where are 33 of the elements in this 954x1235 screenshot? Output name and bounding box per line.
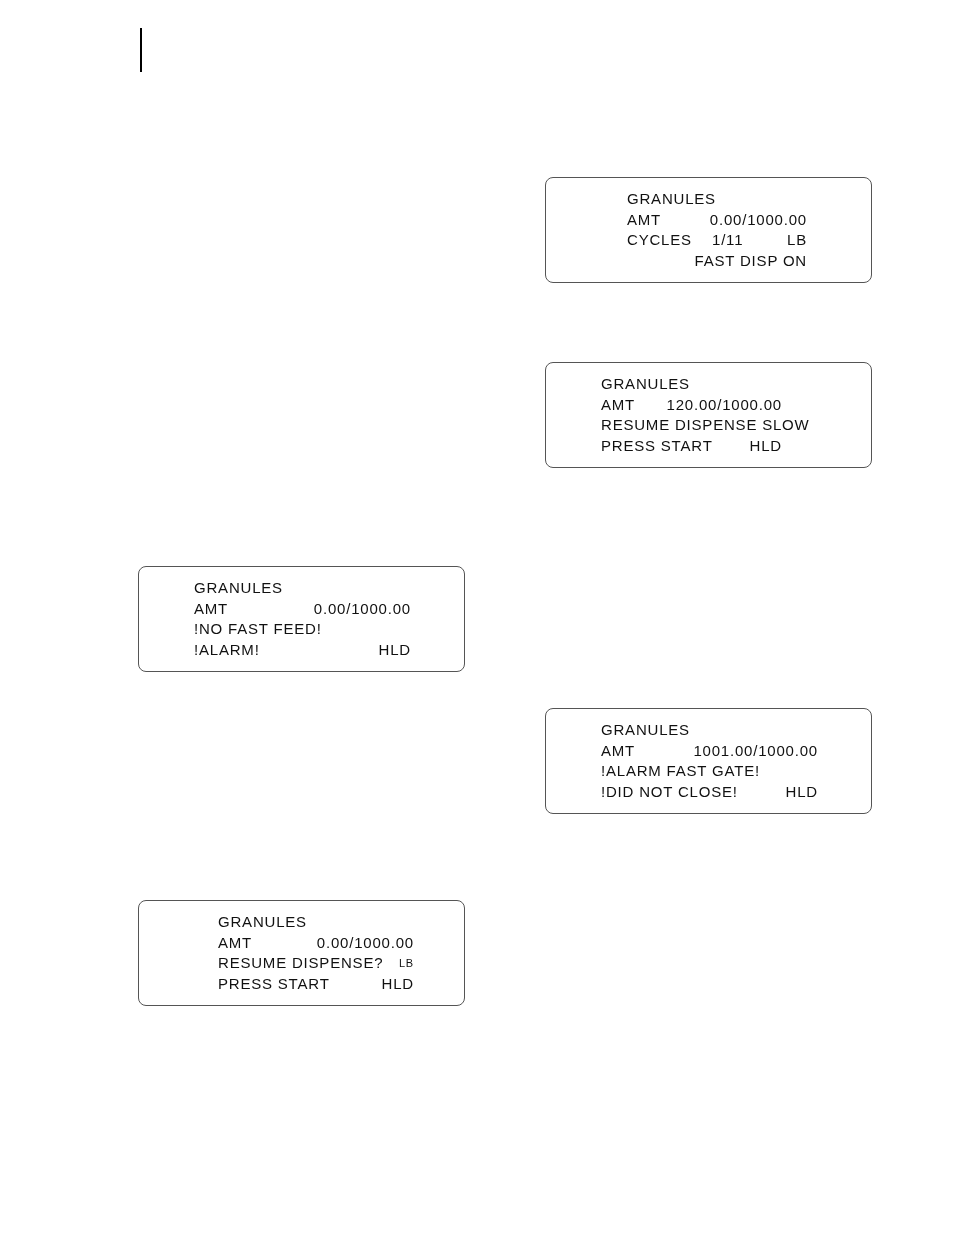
material-name: GRANULES — [218, 912, 307, 932]
field-label: AMT — [194, 598, 229, 619]
field-label: CYCLES — [627, 230, 692, 250]
field-value: 0.00/1000.00 — [709, 209, 807, 230]
field-value: 0.00/1000.00 — [313, 598, 411, 619]
field-label: !ALARM FAST GATE! — [601, 761, 760, 781]
field-value: 1001.00/1000.00 — [693, 740, 818, 761]
status-indicator: HLD — [378, 639, 411, 660]
field-value: 120.00/1000.00 — [666, 394, 782, 415]
field-value: FAST DISP ON — [694, 250, 807, 271]
field-label: AMT — [627, 209, 662, 230]
margin-rule — [140, 28, 142, 72]
field-label: !ALARM! — [194, 639, 260, 660]
material-name: GRANULES — [601, 720, 690, 740]
unit-label: LB — [787, 230, 807, 250]
status-indicator: HLD — [381, 973, 414, 994]
field-label: AMT — [601, 394, 636, 415]
field-label: PRESS START — [218, 973, 330, 994]
field-label: RESUME DISPENSE? — [218, 953, 384, 973]
field-value: 1/11 — [712, 230, 744, 250]
unit-label: LB — [398, 956, 414, 971]
field-label: AMT — [218, 932, 253, 953]
field-label: !NO FAST FEED! — [194, 619, 322, 639]
field-label: !DID NOT CLOSE! — [601, 781, 738, 802]
material-name: GRANULES — [601, 374, 690, 394]
field-label: RESUME DISPENSE SLOW — [601, 415, 810, 435]
status-indicator: HLD — [749, 435, 782, 456]
field-value: 0.00/1000.00 — [316, 932, 414, 953]
field-label: PRESS START — [601, 435, 713, 456]
material-name: GRANULES — [627, 189, 716, 209]
status-indicator: HLD — [785, 781, 818, 802]
field-label: AMT — [601, 740, 636, 761]
material-name: GRANULES — [194, 578, 283, 598]
